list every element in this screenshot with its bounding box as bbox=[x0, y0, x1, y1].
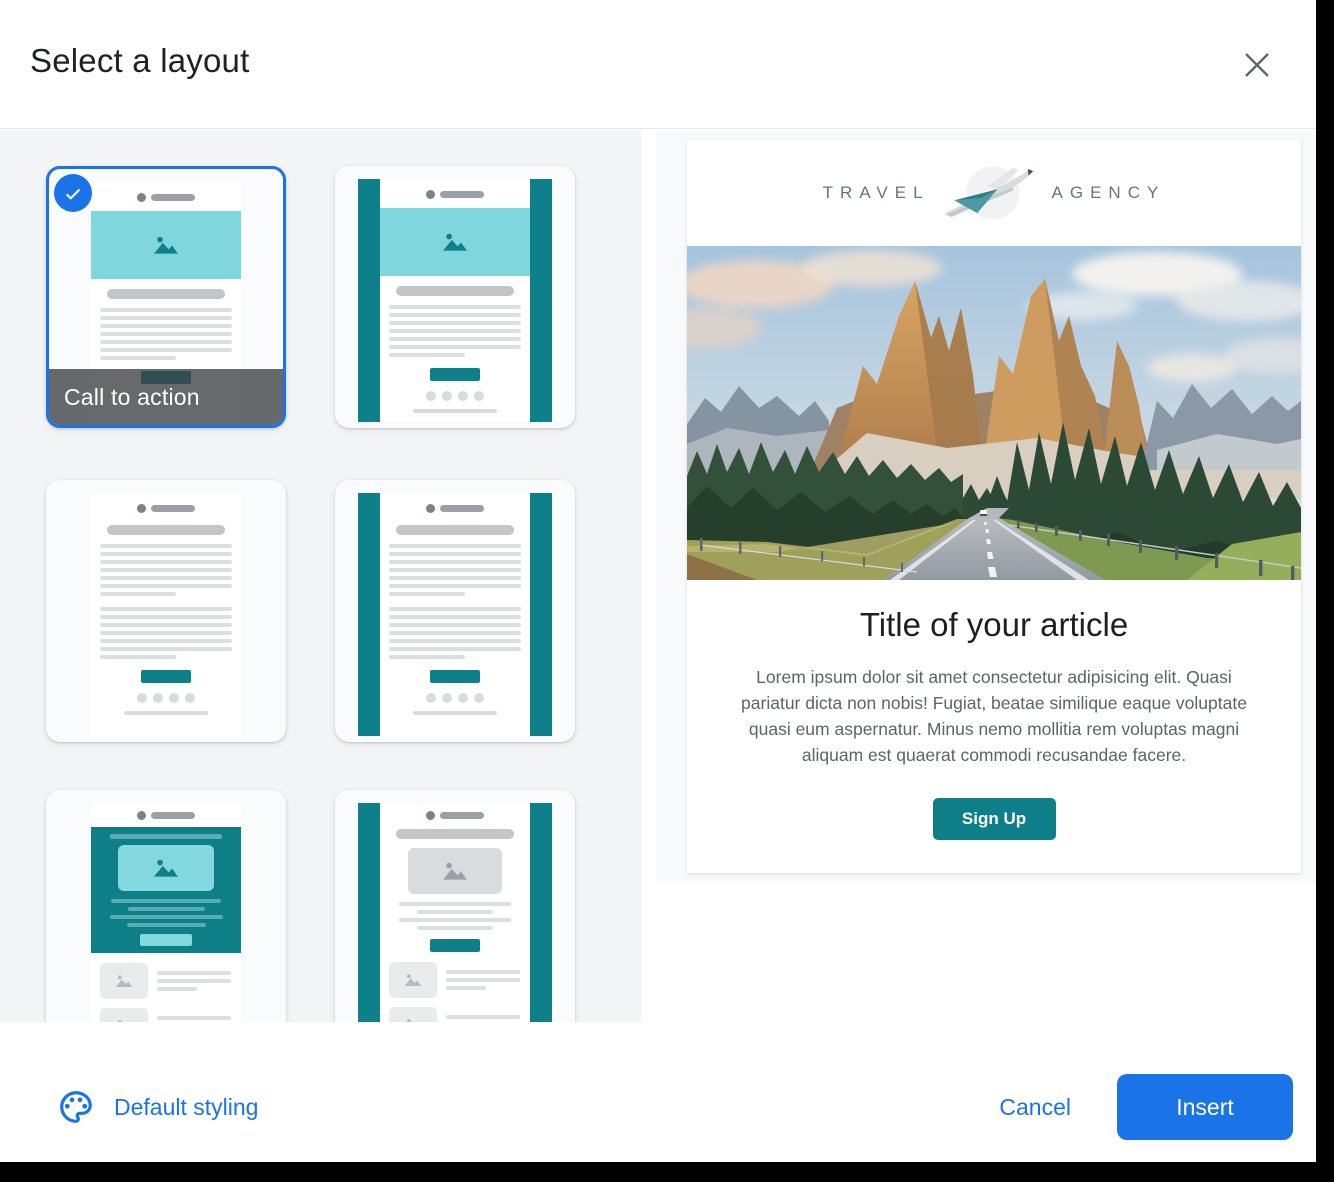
insert-button[interactable]: Insert bbox=[1117, 1074, 1293, 1140]
image-icon bbox=[442, 861, 468, 881]
image-placeholder bbox=[408, 848, 502, 894]
close-icon bbox=[1243, 51, 1271, 79]
image-icon bbox=[404, 973, 422, 987]
brand-logo: TRAVEL AGENCY bbox=[687, 140, 1301, 246]
layout-option-6[interactable] bbox=[335, 790, 575, 1022]
layout-preview-panel: TRAVEL AGENCY bbox=[656, 130, 1316, 883]
logo-word-left: TRAVEL bbox=[823, 183, 930, 203]
layout-grid: Call to action bbox=[0, 130, 641, 1022]
image-icon bbox=[404, 1018, 422, 1022]
image-icon bbox=[153, 858, 179, 878]
dialog-header: Select a layout bbox=[0, 0, 1316, 129]
email-preview: TRAVEL AGENCY bbox=[687, 140, 1301, 873]
layout-option-2[interactable] bbox=[335, 166, 575, 428]
select-layout-dialog: Select a layout bbox=[0, 0, 1316, 1162]
layout-label: Call to action bbox=[49, 369, 283, 425]
image-icon bbox=[115, 974, 133, 988]
selected-check-badge bbox=[54, 174, 92, 212]
image-placeholder bbox=[100, 963, 148, 999]
image-icon bbox=[153, 235, 179, 255]
check-icon bbox=[62, 182, 84, 204]
hero-image-placeholder bbox=[380, 208, 530, 276]
featured-section-placeholder bbox=[91, 827, 241, 953]
image-placeholder bbox=[389, 1007, 437, 1022]
image-placeholder bbox=[100, 1008, 148, 1022]
default-styling-label: Default styling bbox=[114, 1094, 258, 1121]
image-icon bbox=[115, 1019, 133, 1022]
article-title: Title of your article bbox=[687, 606, 1301, 644]
layout-option-5[interactable] bbox=[46, 790, 286, 1022]
layout-option-call-to-action[interactable]: Call to action bbox=[46, 166, 286, 428]
close-button[interactable] bbox=[1238, 46, 1276, 84]
image-icon bbox=[442, 232, 468, 252]
image-placeholder bbox=[389, 962, 437, 998]
cancel-button[interactable]: Cancel bbox=[989, 1088, 1081, 1127]
hero-image-placeholder bbox=[91, 211, 241, 279]
default-styling-button[interactable]: Default styling bbox=[57, 1088, 258, 1126]
sign-up-button[interactable]: Sign Up bbox=[933, 798, 1056, 840]
plane-icon bbox=[936, 157, 1046, 229]
dialog-footer: Default styling Cancel Insert bbox=[0, 1052, 1316, 1162]
palette-icon bbox=[57, 1088, 95, 1126]
logo-word-right: AGENCY bbox=[1052, 183, 1166, 203]
article-body: Lorem ipsum dolor sit amet consectetur a… bbox=[734, 664, 1254, 768]
layout-option-3[interactable] bbox=[46, 480, 286, 742]
article-hero-photo bbox=[687, 246, 1301, 580]
dialog-title: Select a layout bbox=[30, 42, 249, 80]
layout-option-4[interactable] bbox=[335, 480, 575, 742]
image-placeholder bbox=[118, 845, 214, 891]
